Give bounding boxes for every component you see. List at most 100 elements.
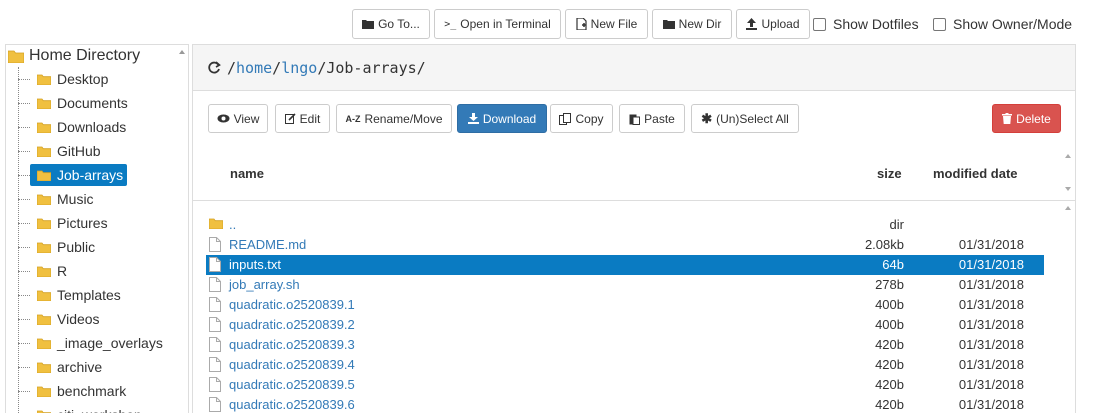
tree-item-label-wrap[interactable]: R — [30, 260, 71, 282]
rename-move-button[interactable]: A-Z Rename/Move — [336, 104, 452, 133]
tree-item-label-wrap[interactable]: _image_overlays — [30, 332, 167, 354]
tree-item[interactable]: GitHub — [18, 140, 105, 162]
tree-item-label-wrap[interactable]: Downloads — [30, 116, 130, 138]
tree-item-label-wrap[interactable]: Videos — [30, 308, 104, 330]
table-row[interactable]: quadratic.o2520839.6 420b 01/31/2018 — [206, 395, 1044, 413]
tree-item-label: Music — [57, 191, 94, 207]
tree-item[interactable]: Pictures — [18, 212, 112, 234]
column-header-name[interactable]: name — [230, 166, 264, 181]
new-file-button[interactable]: New File — [565, 9, 648, 39]
file-icon — [209, 297, 221, 312]
view-button[interactable]: View — [208, 104, 268, 133]
tree-item-label-wrap[interactable]: GitHub — [30, 140, 105, 162]
column-header-size[interactable]: size — [877, 166, 902, 181]
file-name[interactable]: quadratic.o2520839.3 — [229, 337, 355, 352]
scroll-down-arrow[interactable] — [1065, 187, 1071, 191]
table-row[interactable]: quadratic.o2520839.1 400b 01/31/2018 — [206, 295, 1044, 315]
file-size: 64b — [882, 257, 904, 272]
tree-item-label-wrap[interactable]: Job-arrays — [30, 164, 128, 186]
tree-item[interactable]: Downloads — [18, 116, 130, 138]
goto-button[interactable]: Go To... — [352, 9, 430, 39]
tree-item-label-wrap[interactable]: Documents — [30, 92, 132, 114]
table-row[interactable]: quadratic.o2520839.2 400b 01/31/2018 — [206, 315, 1044, 335]
show-dotfiles-checkbox[interactable]: Show Dotfiles — [813, 16, 919, 32]
tree-item[interactable]: Music — [18, 188, 98, 210]
show-owner-mode-checkbox[interactable]: Show Owner/Mode — [933, 16, 1072, 32]
download-button[interactable]: Download — [457, 104, 547, 133]
file-name[interactable]: inputs.txt — [229, 257, 281, 272]
tree-item[interactable]: citi_workshop — [18, 404, 146, 413]
table-row[interactable]: README.md 2.08kb 01/31/2018 — [206, 235, 1044, 255]
tree-item[interactable]: archive — [18, 356, 106, 378]
paste-icon — [629, 114, 641, 125]
table-row[interactable]: .. dir — [206, 215, 1044, 235]
delete-button[interactable]: Delete — [992, 104, 1061, 133]
file-name[interactable]: job_array.sh — [229, 277, 300, 292]
file-modified-date: 01/31/2018 — [958, 337, 1024, 352]
file-icon — [209, 237, 221, 252]
file-icon — [209, 357, 221, 372]
tree-item[interactable]: Videos — [18, 308, 104, 330]
scroll-up-arrow[interactable] — [179, 50, 185, 54]
tree-item-label-wrap[interactable]: Public — [30, 236, 99, 258]
copy-button[interactable]: Copy — [550, 104, 613, 133]
tree-item-label-wrap[interactable]: Music — [30, 188, 98, 210]
path-bar: /home/lngo/Job-arrays/ — [193, 45, 1075, 91]
scroll-up-arrow[interactable] — [1065, 154, 1071, 158]
folder-icon — [37, 362, 51, 373]
table-row[interactable]: quadratic.o2520839.4 420b 01/31/2018 — [206, 355, 1044, 375]
file-name[interactable]: quadratic.o2520839.1 — [229, 297, 355, 312]
tree-root[interactable]: Home Directory — [8, 47, 140, 65]
file-name[interactable]: .. — [229, 217, 236, 232]
tree-item-label-wrap[interactable]: Templates — [30, 284, 125, 306]
header-scrollbar[interactable] — [1061, 150, 1075, 194]
scroll-up-arrow[interactable] — [1065, 206, 1071, 210]
table-row[interactable]: job_array.sh 278b 01/31/2018 — [206, 275, 1044, 295]
upload-button[interactable]: Upload — [736, 9, 810, 39]
file-name[interactable]: README.md — [229, 237, 306, 252]
tree-item-label-wrap[interactable]: Desktop — [30, 68, 112, 90]
checkbox-box[interactable] — [813, 17, 826, 31]
tree-connector — [18, 126, 30, 128]
table-scrollbar[interactable] — [1061, 203, 1075, 413]
tree-item-label-wrap[interactable]: archive — [30, 356, 106, 378]
path-segment-home[interactable]: home — [236, 59, 272, 77]
file-icon — [209, 337, 221, 352]
table-row[interactable]: quadratic.o2520839.5 420b 01/31/2018 — [206, 375, 1044, 395]
tree-item[interactable]: Desktop — [18, 68, 112, 90]
select-all-button[interactable]: ✱ (Un)Select All — [691, 104, 799, 133]
tree-item[interactable]: Public — [18, 236, 99, 258]
column-header-modified[interactable]: modified date — [933, 166, 1018, 181]
rename-label: Rename/Move — [364, 111, 443, 126]
tree-item-label-wrap[interactable]: Pictures — [30, 212, 112, 234]
terminal-label: Open in Terminal — [460, 17, 551, 31]
file-name[interactable]: quadratic.o2520839.4 — [229, 357, 355, 372]
refresh-icon[interactable] — [207, 60, 221, 75]
tree-item[interactable]: Job-arrays — [18, 164, 128, 186]
file-name[interactable]: quadratic.o2520839.2 — [229, 317, 355, 332]
tree-item[interactable]: Templates — [18, 284, 125, 306]
open-terminal-button[interactable]: >_ Open in Terminal — [434, 9, 561, 39]
path-breadcrumb: /home/lngo/Job-arrays/ — [227, 58, 426, 77]
terminal-icon: >_ — [444, 18, 457, 30]
tree-item-label-wrap[interactable]: citi_workshop — [30, 404, 146, 413]
table-row[interactable]: quadratic.o2520839.3 420b 01/31/2018 — [206, 335, 1044, 355]
tree-connector — [18, 318, 30, 320]
tree-item[interactable]: R — [18, 260, 71, 282]
checkbox-box[interactable] — [933, 17, 946, 31]
file-name[interactable]: quadratic.o2520839.6 — [229, 397, 355, 412]
path-segment-user[interactable]: lngo — [281, 59, 317, 77]
tree-item[interactable]: benchmark — [18, 380, 130, 402]
file-browser-panel: /home/lngo/Job-arrays/ View Edit A-Z Ren… — [192, 44, 1076, 413]
tree-item[interactable]: Documents — [18, 92, 132, 114]
tree-connector — [18, 366, 30, 368]
file-name[interactable]: quadratic.o2520839.5 — [229, 377, 355, 392]
paste-button[interactable]: Paste — [619, 104, 685, 133]
tree-item-label-wrap[interactable]: benchmark — [30, 380, 130, 402]
tree-item[interactable]: _image_overlays — [18, 332, 167, 354]
file-icon — [209, 277, 221, 292]
table-row[interactable]: inputs.txt 64b 01/31/2018 — [206, 255, 1044, 275]
edit-button[interactable]: Edit — [275, 104, 330, 133]
folder-icon — [37, 218, 51, 229]
new-dir-button[interactable]: New Dir — [652, 9, 732, 39]
